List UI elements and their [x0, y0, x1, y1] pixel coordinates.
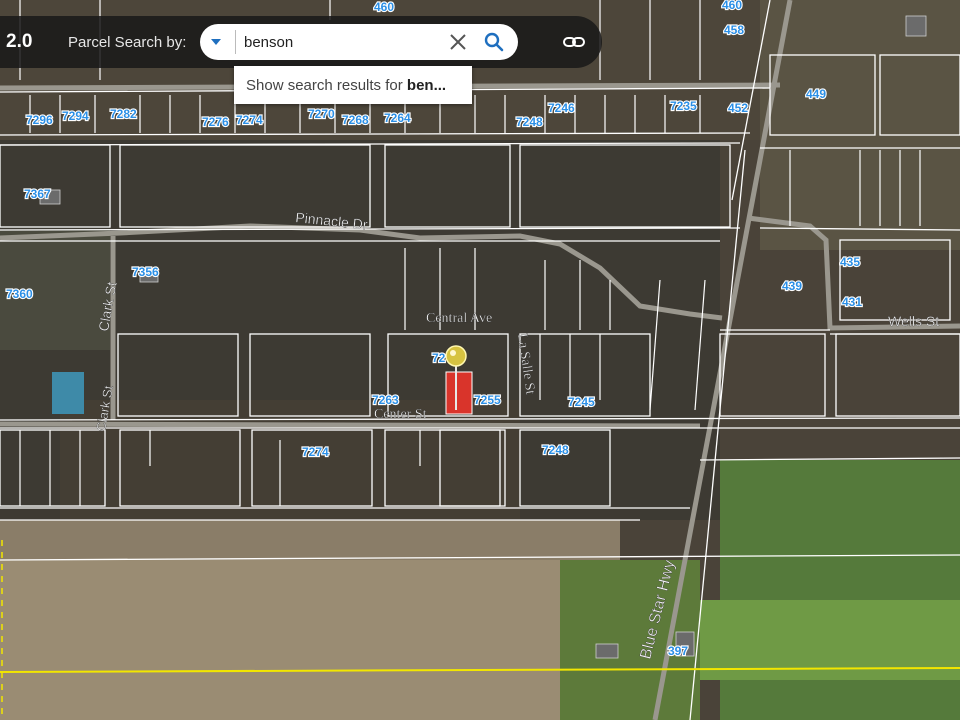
parcel-label: 7235: [670, 99, 697, 113]
aerial-map[interactable]: Pinnacle Dr Clark St Clark St Central Av…: [0, 0, 960, 720]
search-toolbar: 2.0 Parcel Search by:: [0, 16, 602, 68]
parcel-label: 7246: [548, 101, 575, 115]
suggestion-prefix: Show search results for: [246, 77, 407, 94]
parcel-label: 397: [668, 644, 688, 658]
parcel-label: 7263: [372, 393, 399, 407]
app-version: 2.0: [6, 31, 33, 52]
share-link-button[interactable]: [562, 30, 586, 54]
parcel-label: 7264: [384, 111, 411, 125]
suggestion-query: ben...: [406, 77, 447, 94]
parcel-label: 72: [432, 351, 446, 365]
search-suggestion[interactable]: Show search results for ben...: [234, 66, 472, 104]
street-central-ave: Central Ave: [426, 311, 492, 326]
street-wells-st: Wells St: [888, 313, 939, 329]
parcel-label: 439: [782, 279, 802, 293]
parcel-label: 7255: [474, 393, 501, 407]
search-icon: [484, 32, 504, 52]
street-center-st: Center St: [374, 407, 427, 422]
parcel-label: 7248: [542, 443, 569, 457]
close-icon: [450, 34, 466, 50]
parcel-label: 7274: [302, 445, 329, 459]
suggestion-text: Show search results for ben...: [246, 77, 446, 94]
parcel-label: 7248: [516, 115, 543, 129]
parcel-label: 460: [374, 0, 394, 14]
parcel-label: 431: [842, 295, 862, 309]
parcel-label: 7245: [568, 395, 595, 409]
parcel-label: 460: [722, 0, 742, 12]
parcel-label: 458: [724, 23, 744, 37]
parcel-label: 7270: [308, 107, 335, 121]
parcel-label: 7296: [26, 113, 53, 127]
clear-search-button[interactable]: [446, 30, 470, 54]
parcel-label: 7274: [236, 113, 263, 127]
search-type-dropdown[interactable]: [200, 24, 234, 60]
parcel-label: 7282: [110, 107, 137, 121]
divider: [235, 30, 236, 54]
parcel-label: 7276: [202, 115, 229, 129]
search-by-label: Parcel Search by:: [68, 34, 187, 51]
caret-down-icon: [211, 39, 221, 45]
search-input[interactable]: [244, 31, 430, 53]
parcel-label: 452: [728, 101, 748, 115]
parcel-label: 7356: [132, 265, 159, 279]
selected-parcel[interactable]: [445, 371, 473, 415]
parcel-label: 7367: [24, 187, 51, 201]
parcel-label: 7268: [342, 113, 369, 127]
search-box: [200, 24, 518, 60]
parcel-label: 7294: [62, 109, 89, 123]
location-marker[interactable]: [445, 345, 467, 367]
link-icon: [563, 37, 585, 47]
parcel-label: 7360: [6, 287, 33, 301]
search-button[interactable]: [482, 30, 506, 54]
parcel-label: 435: [840, 255, 860, 269]
parcel-label: 449: [806, 87, 826, 101]
